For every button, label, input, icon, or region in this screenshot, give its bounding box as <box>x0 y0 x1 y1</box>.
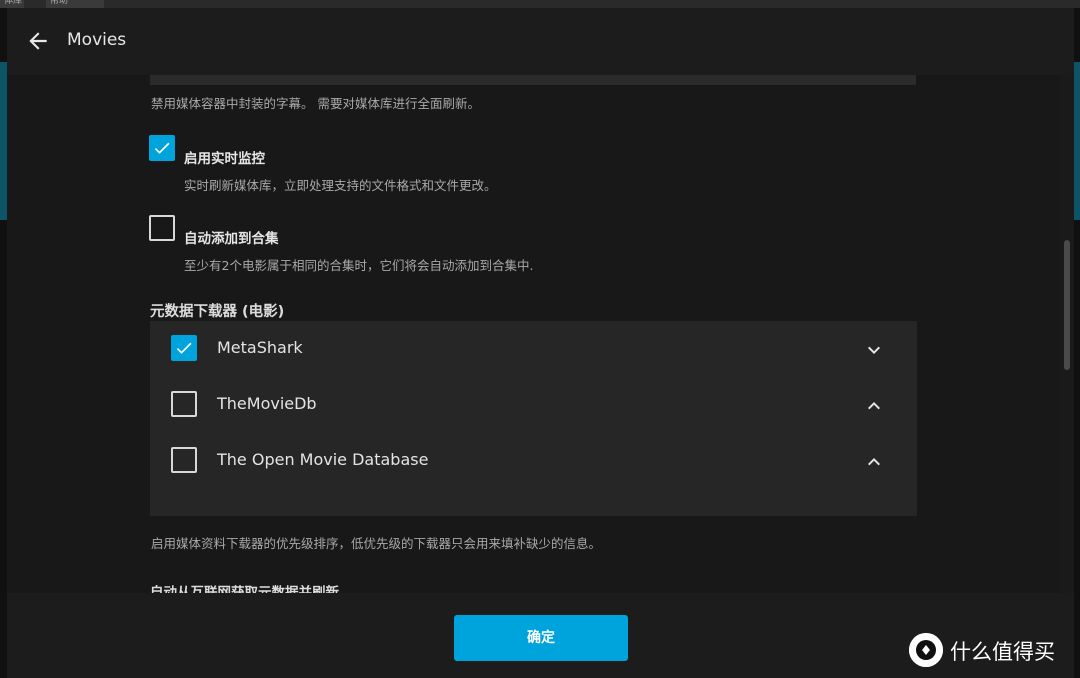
auto-refresh-heading: 自动从互联网获取元数据并刷新 <box>150 585 339 593</box>
ok-button[interactable]: 确定 <box>454 615 628 661</box>
fetcher-checkbox[interactable] <box>171 335 197 361</box>
background-topbar <box>0 0 1080 8</box>
fetcher-item-metashark: MetaShark <box>150 321 917 376</box>
chevron-up-icon <box>868 458 880 466</box>
move-up-button[interactable] <box>862 394 886 418</box>
dialog-header: Movies <box>7 8 1074 75</box>
checkmark-icon <box>176 342 192 354</box>
realtime-monitor-label: 启用实时监控 <box>184 151 265 167</box>
move-up-button[interactable] <box>862 450 886 474</box>
metadata-fetcher-list: MetaShark TheMovieDb The Open Movie Data… <box>150 321 917 516</box>
background-banner <box>0 62 7 220</box>
subtitle-option-field <box>150 75 916 85</box>
fetcher-checkbox[interactable] <box>171 391 197 417</box>
fetcher-name: MetaShark <box>217 338 303 357</box>
fetcher-checkbox[interactable] <box>171 447 197 473</box>
auto-collection-help: 至少有2个电影属于相同的合集时，它们将会自动添加到合集中. <box>184 258 534 273</box>
scrollbar-thumb[interactable] <box>1064 240 1070 370</box>
background-tab: 帮助 <box>46 0 104 8</box>
metadata-fetchers-heading: 元数据下载器 (电影) <box>150 304 285 320</box>
background-tab: 体库 <box>0 0 24 8</box>
chevron-down-icon <box>868 346 880 354</box>
settings-scroll-area[interactable]: 禁用媒体容器中封装的字幕。 需要对媒体库进行全面刷新。 启用实时监控 实时刷新媒… <box>7 75 1074 593</box>
fetcher-name: TheMovieDb <box>217 394 317 413</box>
scrollbar[interactable] <box>1060 75 1074 593</box>
embedded-subs-help: 禁用媒体容器中封装的字幕。 需要对媒体库进行全面刷新。 <box>151 96 480 111</box>
checkmark-icon <box>154 142 170 154</box>
metadata-fetchers-help: 启用媒体资料下载器的优先级排序，低优先级的下载器只会用来填补缺少的信息。 <box>151 536 602 551</box>
arrow-left-icon <box>29 32 47 50</box>
chevron-up-icon <box>868 402 880 410</box>
auto-collection-label: 自动添加到合集 <box>184 231 279 247</box>
move-down-button[interactable] <box>862 338 886 362</box>
background-banner <box>1074 62 1080 220</box>
fetcher-item-themoviedb: TheMovieDb <box>150 377 917 432</box>
realtime-monitor-checkbox[interactable] <box>149 135 175 161</box>
dialog-title: Movies <box>67 30 127 50</box>
realtime-monitor-help: 实时刷新媒体库，立即处理支持的文件格式和文件更改。 <box>184 178 497 193</box>
watermark-logo-icon <box>909 633 943 667</box>
watermark-text: 什么值得买 <box>950 640 1055 664</box>
back-button[interactable] <box>25 28 51 54</box>
auto-collection-checkbox[interactable] <box>149 215 175 241</box>
fetcher-item-omdb: The Open Movie Database <box>150 433 917 488</box>
fetcher-name: The Open Movie Database <box>217 450 429 469</box>
library-settings-dialog: Movies 禁用媒体容器中封装的字幕。 需要对媒体库进行全面刷新。 启用实时监… <box>7 8 1074 678</box>
